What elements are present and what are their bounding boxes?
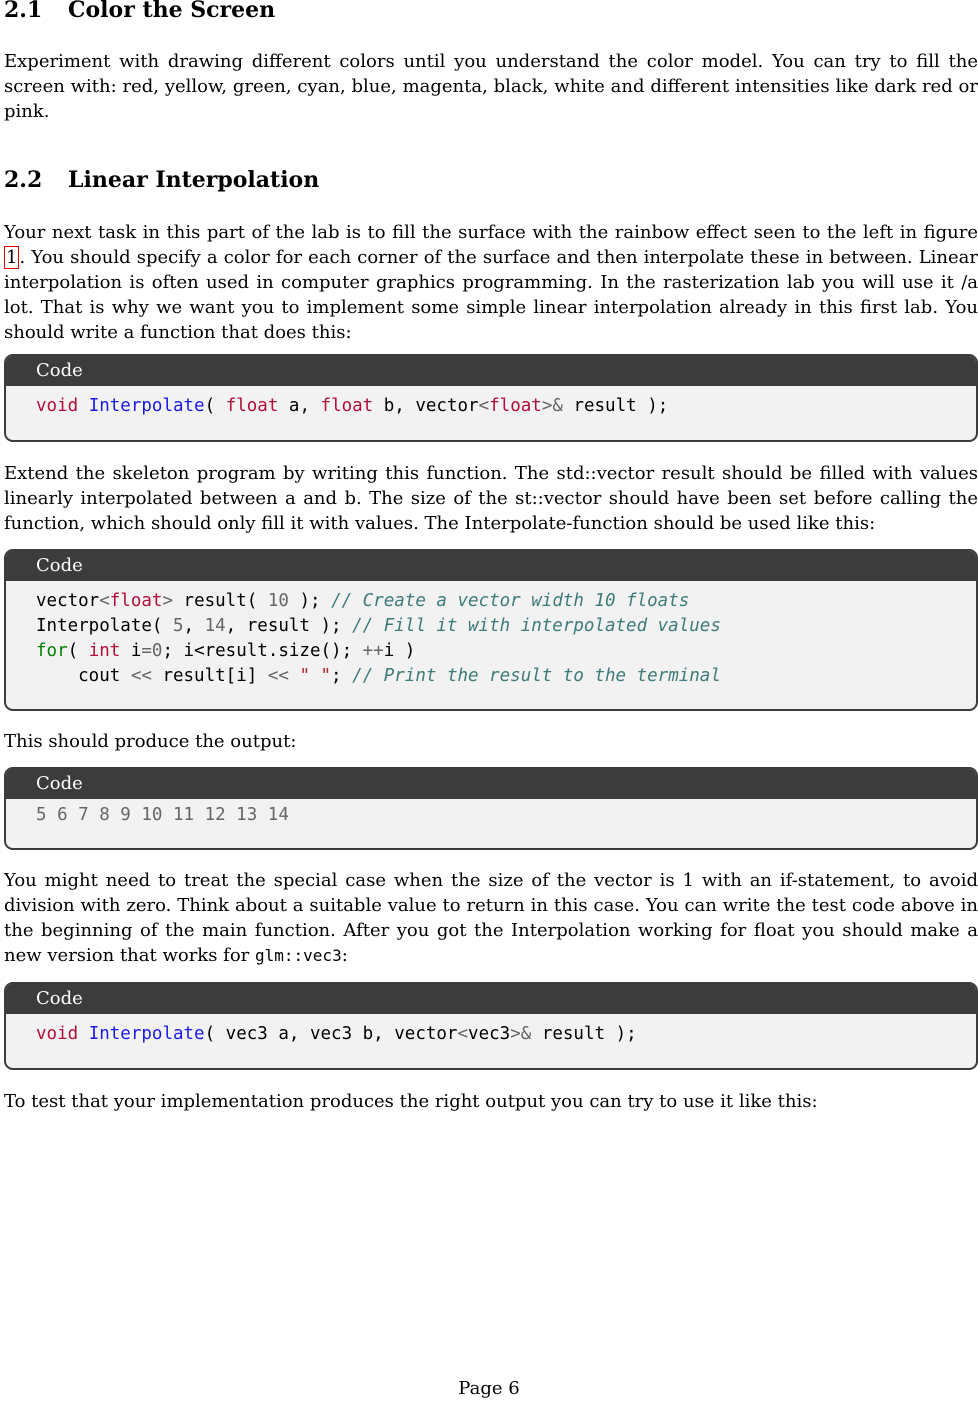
code-token: result );: [531, 1024, 637, 1044]
figure-reference-link[interactable]: 1: [4, 246, 20, 269]
code-token: >: [510, 1024, 521, 1044]
code-token: ; i<result.size();: [162, 641, 363, 661]
code-token: ;: [331, 666, 353, 686]
paragraph-output-intro: This should produce the output:: [4, 731, 297, 752]
code-token: <: [478, 396, 490, 416]
text-span: :: [341, 945, 348, 966]
code-comment: // Create a vector width 10 floats: [331, 591, 690, 611]
code-token: ++: [362, 641, 384, 661]
code-token: Interpolate(: [36, 616, 173, 636]
code-token: float: [225, 396, 279, 416]
code-line: void Interpolate( vec3 a, vec3 b, vector…: [36, 1022, 976, 1047]
code-content: void Interpolate( float a, float b, vect…: [6, 386, 976, 419]
section-heading-2-1: 2.1 Color the Screen: [4, 0, 275, 23]
section-title: Linear Interpolation: [68, 167, 320, 193]
text-span: . You should specify a color for each co…: [4, 247, 978, 343]
code-content: void Interpolate( vec3 a, vec3 b, vector…: [6, 1014, 976, 1047]
code-token: float: [109, 591, 163, 611]
code-token: <<: [267, 666, 289, 686]
code-token: result );: [562, 396, 669, 416]
code-token: &: [552, 396, 563, 416]
code-token: void: [36, 396, 79, 416]
page-number: Page 6: [458, 1378, 520, 1399]
code-line: cout << result[i] << " "; // Print the r…: [36, 664, 976, 689]
text-span: You might need to treat the special case…: [4, 870, 978, 966]
paragraph-test-intro: To test that your implementation produce…: [4, 1091, 818, 1112]
text-span: Your next task in this part of the lab i…: [4, 222, 978, 243]
code-token: >: [541, 396, 553, 416]
code-token: void: [36, 1024, 79, 1044]
code-line: vector<float> result( 10 ); // Create a …: [36, 589, 976, 614]
section-heading-2-2: 2.2 Linear Interpolation: [4, 167, 319, 193]
code-comment: // Print the result to the terminal: [352, 666, 721, 686]
code-token: >: [162, 591, 173, 611]
code-token: Interpolate: [88, 396, 205, 416]
code-token: 0: [151, 641, 163, 661]
code-line: Interpolate( 5, 14, result ); // Fill it…: [36, 614, 976, 639]
code-token: <: [457, 1024, 469, 1044]
code-token: <<: [130, 666, 152, 686]
code-token: vector: [36, 591, 100, 611]
section-title: Color the Screen: [68, 0, 276, 23]
code-line: void Interpolate( float a, float b, vect…: [36, 394, 976, 419]
paragraph-extend-skeleton: Extend the skeleton program by writing t…: [4, 463, 978, 534]
code-token: ( vec3 a, vec3 b, vector: [204, 1024, 458, 1044]
code-block-header: Code: [6, 769, 976, 799]
code-token: vec3: [468, 1024, 511, 1044]
paragraph-color-screen: Experiment with drawing different colors…: [4, 51, 978, 122]
code-token: " ": [299, 666, 332, 686]
code-block-header: Code: [6, 984, 976, 1014]
code-token: int: [88, 641, 121, 661]
code-token: result[i]: [151, 666, 268, 686]
code-token: 5: [172, 616, 184, 636]
code-token: (: [204, 396, 226, 416]
code-output-line: 5 6 7 8 9 10 11 12 13 14: [36, 805, 289, 825]
code-block-header: Code: [6, 551, 976, 581]
code-token: <: [99, 591, 110, 611]
code-token: b, vector: [373, 396, 479, 416]
code-block-2: Code vector<float> result( 10 ); // Crea…: [4, 549, 978, 711]
code-block-1: Code void Interpolate( float a, float b,…: [4, 354, 978, 442]
section-number: 2.2: [4, 167, 43, 193]
code-token: , result );: [225, 616, 353, 636]
code-token: result(: [173, 591, 268, 611]
code-comment: // Fill it with interpolated values: [352, 616, 721, 636]
paragraph-interpolation-intro: Your next task in this part of the lab i…: [4, 220, 978, 345]
code-block-4: Code void Interpolate( vec3 a, vec3 b, v…: [4, 982, 978, 1070]
code-token: Interpolate: [88, 1024, 205, 1044]
code-token: 14: [204, 616, 226, 636]
code-token: a,: [278, 396, 321, 416]
code-token: =: [141, 641, 152, 661]
code-token: for: [36, 641, 68, 661]
code-block-header: Code: [6, 356, 976, 386]
inline-code: glm::vec3: [255, 946, 342, 965]
code-token: &: [520, 1024, 532, 1044]
section-number: 2.1: [4, 0, 43, 23]
code-token: i ): [383, 641, 416, 661]
code-token: );: [288, 591, 332, 611]
code-token: i: [120, 641, 142, 661]
code-block-3: Code 5 6 7 8 9 10 11 12 13 14: [4, 767, 978, 850]
code-token: float: [489, 396, 542, 416]
code-token: float: [320, 396, 374, 416]
code-token: (: [67, 641, 89, 661]
code-token: ,: [183, 616, 205, 636]
code-content: vector<float> result( 10 ); // Create a …: [6, 581, 976, 689]
code-token: cout: [36, 666, 131, 686]
paragraph-special-case: You might need to treat the special case…: [4, 868, 978, 968]
code-token: 10: [267, 591, 289, 611]
code-content: 5 6 7 8 9 10 11 12 13 14: [6, 799, 976, 828]
code-line: for( int i=0; i<result.size(); ++i ): [36, 639, 976, 664]
